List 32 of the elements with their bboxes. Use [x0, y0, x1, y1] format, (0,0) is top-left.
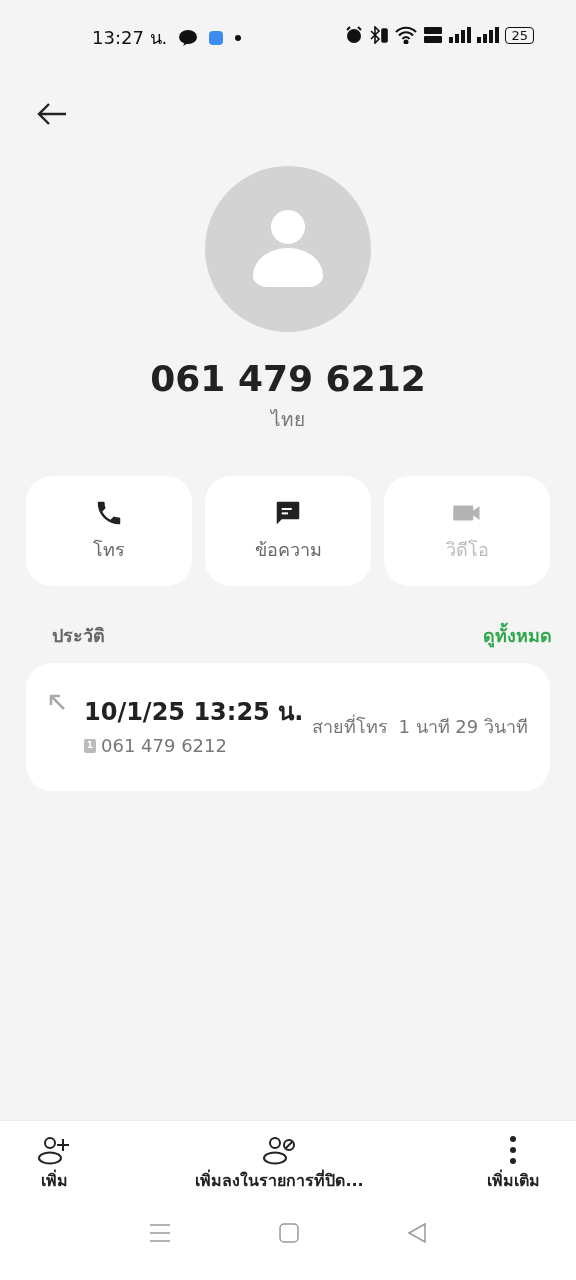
alarm-icon: [345, 26, 364, 44]
call-datetime: 10/1/25 13:25 น.: [84, 697, 304, 728]
home-icon[interactable]: [279, 1223, 299, 1243]
chat-bubble-icon: [179, 29, 198, 46]
call-type: สายที่โทร: [312, 713, 389, 739]
call-button[interactable]: โทร: [26, 475, 192, 586]
back-icon[interactable]: [407, 1223, 427, 1243]
message-button[interactable]: ข้อความ: [205, 475, 371, 586]
status-time: 13:27 น.: [92, 26, 168, 50]
app-icon: [209, 30, 224, 45]
call-duration: 1 นาที 29 วินาที: [398, 715, 528, 739]
wifi-icon: [395, 26, 418, 44]
more-button[interactable]: เพิ่มเติม: [487, 1135, 540, 1193]
dot-icon: [235, 34, 242, 41]
history-title: ประวัติ: [52, 623, 105, 648]
number-label: ไทย: [271, 407, 305, 432]
recent-apps-icon[interactable]: [149, 1223, 171, 1243]
call-number: 061 479 6212: [101, 734, 227, 758]
more-icon: [509, 1135, 518, 1165]
block-person-icon: [261, 1135, 298, 1165]
battery-indicator: 25: [505, 26, 534, 44]
block-button[interactable]: เพิ่มลงในรายการที่ปิด...: [195, 1135, 364, 1193]
call-log-card[interactable]: 10/1/25 13:25 น. 1 061 479 6212 สายที่โทร 1 นาที 29 วินาที: [26, 662, 550, 791]
sim-badge: 1: [84, 738, 96, 753]
signal-icon: [477, 27, 500, 43]
outgoing-call-icon: [48, 692, 66, 711]
add-person-icon: [36, 1135, 72, 1165]
bluetooth-icon: [369, 26, 390, 44]
signal-icon: [449, 27, 472, 43]
contact-number: 061 479 6212: [150, 357, 426, 401]
back-arrow-icon: [37, 102, 67, 126]
add-button[interactable]: เพิ่ม: [36, 1135, 72, 1193]
